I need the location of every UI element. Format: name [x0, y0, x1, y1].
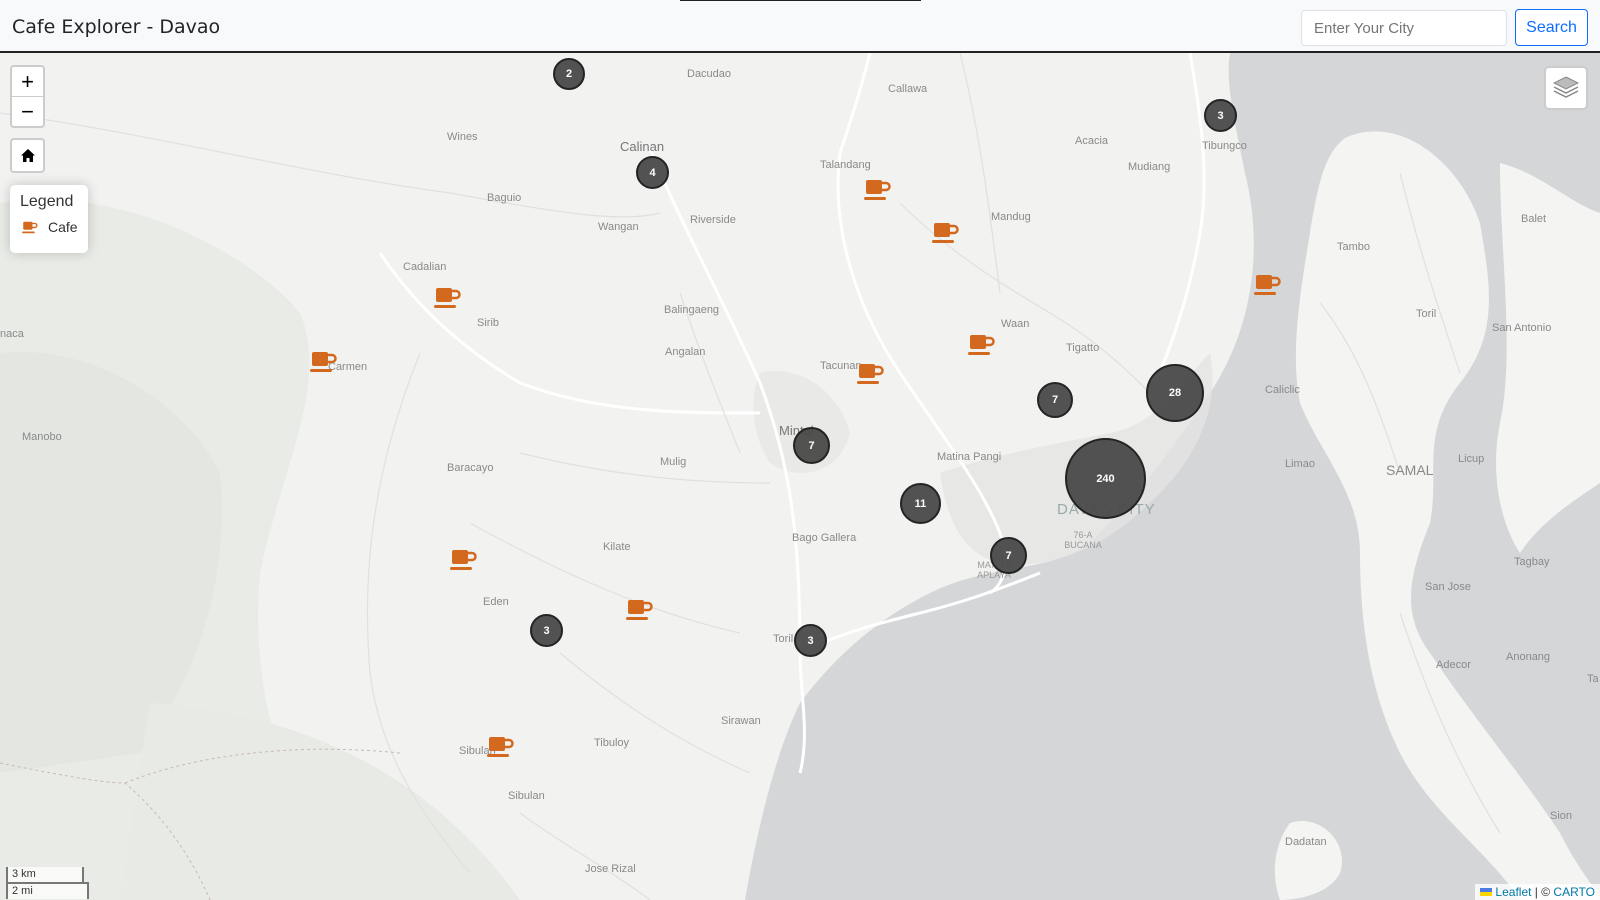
place-label: naca [0, 328, 24, 340]
place-label: Sirawan [721, 715, 761, 727]
cluster-marker[interactable]: 7 [990, 537, 1027, 574]
cluster-marker[interactable]: 3 [530, 614, 563, 647]
place-label: Dadatan [1285, 836, 1327, 848]
cluster-marker[interactable]: 3 [1204, 99, 1237, 132]
cluster-marker[interactable]: 3 [794, 624, 827, 657]
layers-icon [1552, 76, 1580, 98]
cafe-marker[interactable] [307, 349, 337, 375]
layers-control-button[interactable] [1544, 66, 1588, 110]
zoom-out-button[interactable]: − [12, 97, 43, 126]
legend-title: Legend [20, 193, 74, 210]
cluster-marker[interactable]: 7 [1037, 382, 1073, 418]
place-label: Cadalian [403, 261, 447, 273]
place-label: Tambo [1337, 241, 1371, 253]
place-label: Sion [1550, 810, 1573, 822]
cafe-marker[interactable] [431, 285, 461, 311]
cafe-marker[interactable] [861, 177, 891, 203]
carto-link[interactable]: CARTO [1553, 885, 1595, 899]
place-label: Caliclic [1265, 384, 1300, 396]
coffee-cup-icon [22, 221, 38, 233]
place-label: Angalan [665, 346, 706, 358]
place-label: Kilate [603, 541, 631, 553]
home-icon [20, 149, 35, 162]
place-label: Balingaeng [664, 304, 720, 316]
cafe-marker[interactable] [854, 361, 884, 387]
place-label: Anonang [1506, 651, 1551, 663]
cluster-marker[interactable]: 4 [636, 156, 669, 189]
navbar: Cafe Explorer - Davao Search [0, 0, 1600, 53]
place-label: Toril [1416, 308, 1437, 320]
cafe-marker[interactable] [623, 597, 653, 623]
place-label: Mandug [991, 211, 1031, 223]
attribution-separator: | © [1531, 885, 1554, 899]
place-label: Wines [447, 131, 478, 143]
place-label: Tibungco [1202, 140, 1247, 152]
place-label: Sirib [477, 317, 500, 329]
home-button[interactable] [10, 138, 45, 173]
place-label: 76-A BUCANA [1064, 530, 1102, 550]
map-base-tiles [0, 53, 1600, 900]
cafe-marker[interactable] [447, 547, 477, 573]
cluster-marker[interactable]: 11 [900, 483, 941, 524]
cluster-marker[interactable]: 28 [1146, 364, 1204, 422]
active-tab-indicator [680, 0, 921, 1]
place-label: Sibulan [508, 790, 545, 802]
cafe-marker[interactable] [929, 220, 959, 246]
cafe-marker[interactable] [484, 734, 514, 760]
zoom-in-button[interactable]: + [12, 67, 43, 97]
city-search-input[interactable] [1301, 10, 1507, 46]
legend-item: Cafe [20, 219, 78, 235]
place-label: San Jose [1425, 581, 1471, 593]
place-label: Licup [1458, 453, 1485, 465]
map-attribution: Leaflet | © CARTO [1475, 884, 1600, 900]
cafe-marker[interactable] [965, 332, 995, 358]
place-label: Riverside [690, 214, 736, 226]
place-label: Calinan [620, 139, 665, 154]
place-label: Mudiang [1128, 161, 1171, 173]
place-label: Waan [1001, 318, 1030, 330]
place-label: Balet [1521, 213, 1547, 225]
place-label: Acacia [1075, 135, 1109, 147]
place-label: Manobo [22, 431, 62, 443]
place-label: Tibuloy [594, 737, 630, 749]
scale-bar: 3 km 2 mi [6, 867, 89, 899]
place-label: Jose Rizal [585, 863, 636, 875]
map[interactable]: Dacudao Callawa Calinan Wines Acacia Tib… [0, 53, 1600, 900]
place-label: Talandang [820, 159, 871, 171]
place-label: Toril [773, 633, 794, 645]
place-label: Callawa [888, 83, 928, 95]
app-title: Cafe Explorer - Davao [12, 16, 221, 38]
map-legend: Legend Cafe [10, 185, 88, 253]
place-label: Baracayo [447, 462, 494, 474]
cafe-marker[interactable] [1251, 272, 1281, 298]
place-label: Limao [1285, 458, 1315, 470]
legend-item-label: Cafe [48, 219, 78, 235]
place-label: Tigatto [1066, 342, 1100, 354]
search-button[interactable]: Search [1515, 9, 1588, 46]
place-label: SAMAL [1386, 462, 1434, 478]
place-label: Tagbay [1514, 556, 1550, 568]
place-label: Ta [1587, 673, 1599, 685]
place-label: Dacudao [687, 68, 732, 80]
ukraine-flag-icon [1480, 888, 1493, 896]
place-label: Bago Gallera [792, 532, 857, 544]
cluster-marker[interactable]: 7 [793, 427, 830, 464]
place-label: Baguio [487, 192, 522, 204]
place-label: Eden [483, 596, 509, 608]
scale-mi: 2 mi [6, 882, 89, 899]
zoom-control: + − [10, 65, 45, 128]
place-label: San Antonio [1492, 322, 1552, 334]
leaflet-link[interactable]: Leaflet [1495, 885, 1531, 899]
place-label: Mulig [660, 456, 687, 468]
cluster-marker[interactable]: 240 [1065, 438, 1146, 519]
place-label: Wangan [598, 221, 639, 233]
place-label: Matina Pangi [937, 451, 1002, 463]
cluster-marker[interactable]: 2 [553, 58, 585, 90]
place-label: Adecor [1436, 659, 1471, 671]
